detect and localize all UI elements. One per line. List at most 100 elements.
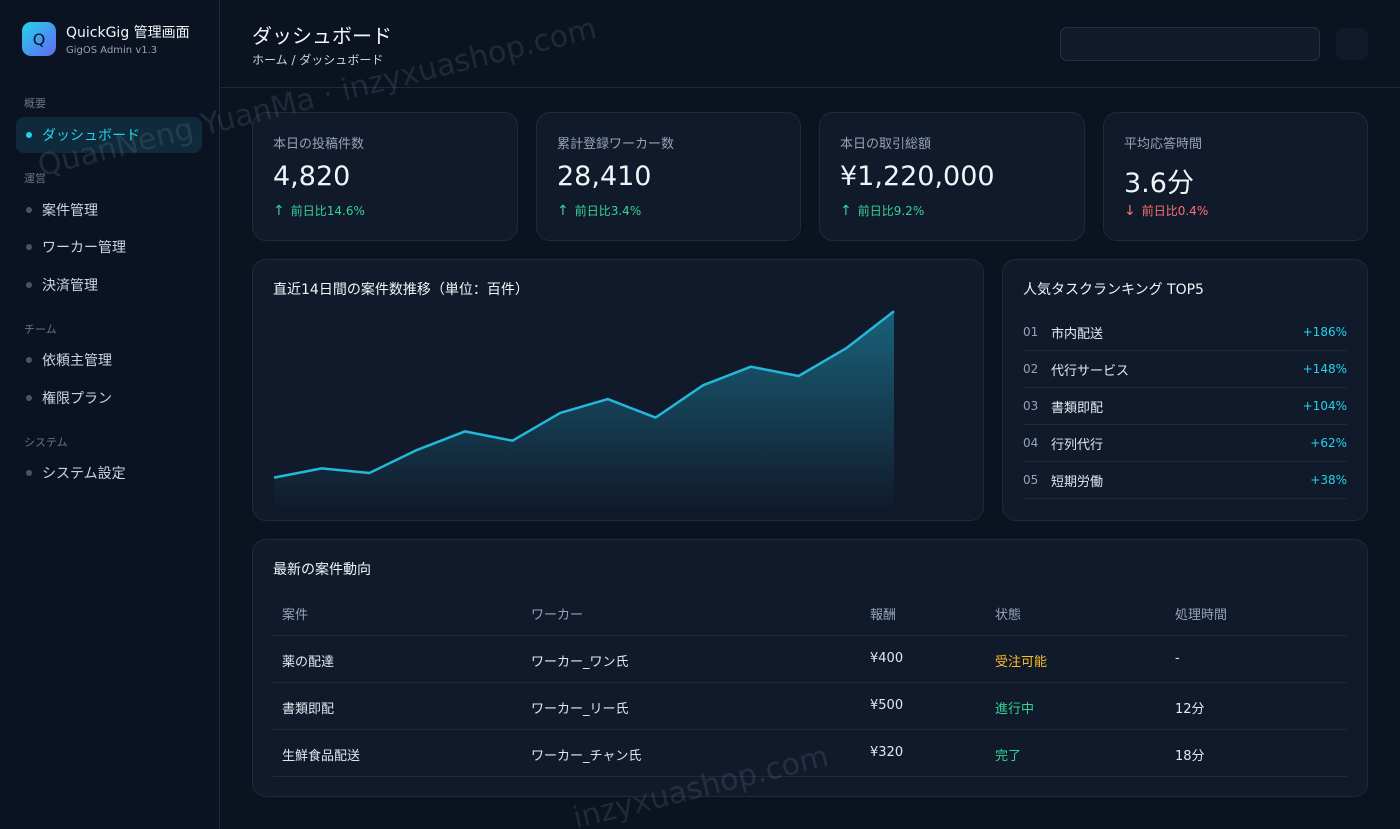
rank-growth: +148% — [1302, 362, 1347, 376]
rank-name: 行列代行 — [1051, 437, 1104, 453]
sidebar-item-label: システム設定 — [42, 466, 126, 482]
trend-point[interactable] — [843, 345, 849, 351]
brand-version: GigOS Admin v1.3 — [66, 45, 158, 56]
ranking-card: 人気タスクランキング TOP5 01 市内配送 +186% 02 代行サービス … — [1002, 259, 1368, 521]
dot-icon — [26, 207, 32, 213]
sidebar-item-tasks[interactable]: 案件管理 — [16, 192, 202, 228]
nav-section-system: システム — [24, 436, 68, 449]
column-header-task: 案件 — [282, 608, 309, 623]
recent-tasks-card: 最新の案件動向 案件 ワーカー 報酬 状態 処理時間 薬の配達 ワーカー_ワン氏… — [252, 539, 1368, 797]
list-item[interactable]: 02 代行サービス +148% — [1023, 351, 1347, 388]
table-divider — [273, 682, 1347, 683]
cell-reward: ¥320 — [870, 745, 904, 760]
column-header-reward: 報酬 — [870, 608, 897, 623]
sidebar-item-clients[interactable]: 依頼主管理 — [16, 342, 202, 378]
dot-icon — [26, 357, 32, 363]
brand-name: QuickGig 管理画面 — [66, 25, 190, 41]
rank-number: 02 — [1023, 362, 1039, 376]
trend-point[interactable] — [271, 475, 277, 481]
cell-time: 12分 — [1175, 702, 1205, 717]
trend-point[interactable] — [796, 373, 802, 379]
dot-icon — [26, 470, 32, 476]
header-action-button[interactable] — [1336, 28, 1368, 60]
cell-worker: ワーカー_ワン氏 — [531, 655, 629, 670]
list-item[interactable]: 05 短期労働 +38% — [1023, 462, 1347, 499]
sidebar-item-label: 権限プラン — [42, 391, 112, 407]
ranking-title: 人気タスクランキング TOP5 — [1023, 282, 1204, 298]
list-item[interactable]: 01 市内配送 +186% — [1023, 314, 1347, 351]
list-item[interactable]: 04 行列代行 +62% — [1023, 425, 1347, 462]
nav-section-overview: 概要 — [24, 97, 46, 110]
arrow-up-icon: ↑ — [557, 202, 569, 219]
arrow-up-icon: ↑ — [273, 202, 285, 219]
cell-worker: ワーカー_リー氏 — [531, 702, 629, 717]
trend-point[interactable] — [557, 410, 563, 416]
cell-task: 書類即配 — [282, 702, 335, 717]
cell-time: 18分 — [1175, 749, 1205, 764]
dot-icon — [26, 395, 32, 401]
search-input[interactable] — [1060, 27, 1320, 61]
brand-logo-icon: Q — [22, 22, 56, 56]
sidebar-item-workers[interactable]: ワーカー管理 — [16, 229, 202, 265]
sidebar: Q QuickGig 管理画面 GigOS Admin v1.3 概要 ダッシュ… — [0, 0, 220, 829]
trend-area — [274, 311, 894, 510]
stat-delta-text: 前日比14.6% — [290, 204, 365, 218]
trend-point[interactable] — [891, 308, 897, 314]
stat-label: 累計登録ワーカー数 — [557, 137, 675, 152]
list-item[interactable]: 03 書類即配 +104% — [1023, 388, 1347, 425]
brand[interactable]: Q QuickGig 管理画面 GigOS Admin v1.3 — [22, 22, 190, 56]
status-badge: 受注可能 — [995, 655, 1048, 670]
table-divider — [273, 729, 1347, 730]
stat-card-workers: 累計登録ワーカー数 28,410 ↑ 前日比3.4% — [536, 112, 801, 241]
trend-point[interactable] — [509, 438, 515, 444]
rank-number: 04 — [1023, 436, 1039, 450]
arrow-down-icon: ↓ — [1124, 202, 1136, 219]
sidebar-item-payments[interactable]: 決済管理 — [16, 267, 202, 303]
rank-growth: +62% — [1310, 436, 1347, 450]
table-divider — [273, 776, 1347, 777]
stat-delta: ↑ 前日比9.2% — [840, 202, 924, 219]
stat-value: 28,410 — [557, 161, 652, 192]
trend-point[interactable] — [319, 465, 325, 471]
stat-value: 3.6分 — [1124, 168, 1194, 199]
rank-number: 05 — [1023, 473, 1039, 487]
stat-delta: ↑ 前日比3.4% — [557, 202, 641, 219]
rank-name: 短期労働 — [1051, 474, 1104, 490]
nav-section-team: チーム — [24, 323, 57, 336]
rank-growth: +104% — [1302, 399, 1347, 413]
cell-task: 生鮮食品配送 — [282, 749, 361, 764]
sidebar-item-label: 依頼主管理 — [42, 353, 112, 369]
stat-delta: ↑ 前日比14.6% — [273, 202, 365, 219]
stat-card-posts: 本日の投稿件数 4,820 ↑ 前日比14.6% — [252, 112, 518, 241]
sidebar-item-label: ダッシュボード — [42, 128, 140, 144]
stat-card-response-time: 平均応答時間 3.6分 ↓ 前日比0.4% — [1103, 112, 1368, 241]
arrow-up-icon: ↑ — [840, 202, 852, 219]
sidebar-item-settings[interactable]: システム設定 — [16, 455, 202, 491]
rank-growth: +38% — [1310, 473, 1347, 487]
trend-point[interactable] — [462, 428, 468, 434]
column-header-time: 処理時間 — [1175, 608, 1228, 623]
rank-name: 市内配送 — [1051, 326, 1104, 342]
rank-name: 代行サービス — [1051, 363, 1130, 379]
stat-label: 本日の取引総額 — [840, 137, 932, 152]
trend-point[interactable] — [414, 447, 420, 453]
stat-delta-text: 前日比9.2% — [857, 204, 925, 218]
stat-label: 本日の投稿件数 — [273, 137, 365, 152]
trend-point[interactable] — [366, 470, 372, 476]
status-badge: 完了 — [995, 749, 1022, 764]
column-header-status: 状態 — [995, 608, 1022, 623]
trend-point[interactable] — [653, 415, 659, 421]
dot-icon — [26, 282, 32, 288]
trend-point[interactable] — [605, 396, 611, 402]
stat-card-volume: 本日の取引総額 ¥1,220,000 ↑ 前日比9.2% — [819, 112, 1085, 241]
breadcrumb[interactable]: ホーム / ダッシュボード — [252, 51, 383, 68]
nav-section-operations: 運営 — [24, 172, 46, 185]
rank-name: 書類即配 — [1051, 400, 1104, 416]
stat-value: 4,820 — [273, 161, 351, 192]
trend-point[interactable] — [748, 364, 754, 370]
sidebar-item-dashboard[interactable]: ダッシュボード — [16, 117, 202, 153]
cell-time: - — [1175, 651, 1180, 666]
table-title: 最新の案件動向 — [273, 562, 371, 578]
trend-point[interactable] — [700, 382, 706, 388]
sidebar-item-permissions[interactable]: 権限プラン — [16, 380, 202, 416]
